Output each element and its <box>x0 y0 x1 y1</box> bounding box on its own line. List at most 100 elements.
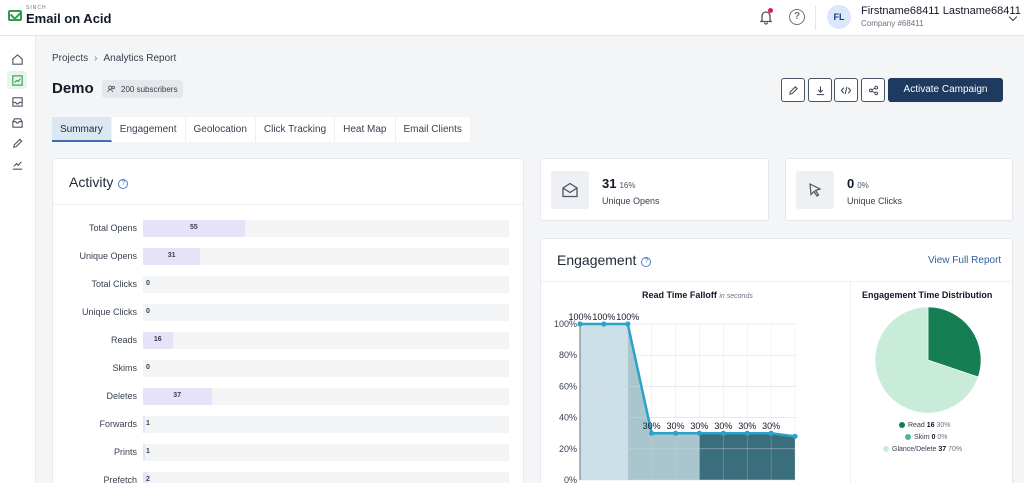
falloff-data-label: 100% <box>568 312 591 322</box>
nav-home[interactable] <box>7 50 27 68</box>
envelope-check-icon <box>8 10 22 21</box>
legend-dot <box>899 422 905 428</box>
tab-click-tracking[interactable]: Click Tracking <box>256 117 336 142</box>
activity-label: Prints <box>113 447 137 457</box>
avatar[interactable]: FL <box>827 5 851 29</box>
subscribers-badge: 200 subscribers <box>102 80 184 98</box>
user-name[interactable]: Firstname68411 Lastname68411 <box>861 5 1021 17</box>
activity-bar-track: 2 <box>143 472 509 483</box>
engagement-distribution-pie <box>874 306 982 414</box>
activity-label: Deletes <box>106 391 137 401</box>
unique-opens-pct: 16% <box>619 181 636 190</box>
stat-icon-box <box>796 171 834 209</box>
embed-code-button[interactable] <box>834 78 858 102</box>
tab-email-clients[interactable]: Email Clients <box>396 117 471 142</box>
activity-card: Activity? Total Opens 55 Unique Opens 31 Tot… <box>52 158 524 483</box>
unique-clicks-value: 0 0% <box>847 176 869 191</box>
activity-value: 2 <box>146 476 150 483</box>
activity-bar <box>143 444 145 461</box>
unique-opens-number: 31 <box>602 176 617 191</box>
pencil-icon <box>788 85 798 95</box>
info-icon[interactable]: ? <box>118 179 129 189</box>
view-full-report-link[interactable]: View Full Report <box>928 255 1001 266</box>
falloff-point <box>744 430 750 436</box>
report-tabs: Summary Engagement Geolocation Click Tra… <box>52 117 471 142</box>
app-logo[interactable]: SINCH Email on Acid <box>8 6 111 25</box>
legend-pct: 70% <box>946 446 963 453</box>
falloff-data-label: 100% <box>616 312 639 322</box>
edit-button[interactable] <box>781 78 805 102</box>
activity-row: Unique Opens 31 <box>53 248 523 266</box>
home-icon <box>11 53 23 65</box>
tab-geolocation[interactable]: Geolocation <box>186 117 256 142</box>
y-tick-label: 20% <box>559 444 577 454</box>
activity-row: Total Opens 55 <box>53 220 523 238</box>
activate-campaign-button[interactable]: Activate Campaign <box>888 78 1003 102</box>
activity-value: 0 <box>146 280 150 287</box>
read-time-falloff-chart: 0%20%40%60%80%100%100% 100% 100%30% 30% 30% 3… <box>554 312 798 483</box>
logo-name: Email on Acid <box>26 11 112 26</box>
download-button[interactable] <box>808 78 832 102</box>
engagement-card: Engagement? View Full Report Read Time F… <box>540 238 1013 483</box>
pie-legend-item: Read 16 30% <box>899 422 950 429</box>
tab-engagement[interactable]: Engagement <box>112 117 186 142</box>
pencil-icon <box>12 138 22 148</box>
divider <box>850 281 851 483</box>
nav-tray[interactable] <box>7 113 27 131</box>
report-icon <box>11 74 23 86</box>
divider <box>815 6 816 30</box>
envelope-open-icon <box>562 182 578 198</box>
chart-icon <box>12 160 22 170</box>
info-icon[interactable]: ? <box>641 257 652 267</box>
falloff-chart-title: Read Time Falloff in seconds <box>642 290 753 300</box>
divider <box>53 204 523 205</box>
activity-value: 1 <box>146 448 150 455</box>
falloff-point <box>720 430 726 436</box>
inbox-icon <box>11 96 23 107</box>
legend-name: Read <box>908 422 927 429</box>
activity-row: Unique Clicks 0 <box>53 304 523 322</box>
activity-label: Prefetch <box>103 475 137 483</box>
page-title: Demo <box>52 80 94 97</box>
falloff-point <box>768 430 774 436</box>
left-nav <box>0 36 36 483</box>
activity-title-text: Activity <box>69 174 114 190</box>
y-tick-label: 0% <box>564 475 577 483</box>
help-icon[interactable]: ? <box>789 9 805 25</box>
nav-editor[interactable] <box>7 134 27 152</box>
code-icon <box>840 86 852 94</box>
pie-legend-item: Skim 0 0% <box>905 434 947 441</box>
activity-value: 37 <box>173 392 182 399</box>
falloff-data-label: 30% <box>714 421 732 431</box>
activity-value: 0 <box>146 308 150 315</box>
falloff-data-label: 30% <box>690 421 708 431</box>
tab-summary[interactable]: Summary <box>52 117 112 142</box>
activity-value: 0 <box>146 364 150 371</box>
breadcrumb-separator: › <box>94 53 98 64</box>
activity-bar-track: 0 <box>143 276 509 293</box>
activity-row: Skims 0 <box>53 360 523 378</box>
y-tick-label: 60% <box>559 381 577 391</box>
unique-clicks-number: 0 <box>847 176 855 191</box>
share-button[interactable] <box>861 78 885 102</box>
activity-value: 31 <box>167 252 176 259</box>
activity-value: 16 <box>153 336 162 343</box>
unique-clicks-card: 0 0% Unique Clicks <box>785 158 1013 221</box>
breadcrumb-projects[interactable]: Projects <box>52 53 88 64</box>
unique-clicks-pct: 0% <box>857 181 869 190</box>
users-icon <box>107 85 115 93</box>
falloff-point <box>696 430 703 436</box>
falloff-point <box>625 321 631 327</box>
tab-heat-map[interactable]: Heat Map <box>335 117 396 142</box>
legend-name: Glance/Delete <box>892 446 939 453</box>
nav-analytics[interactable] <box>7 71 27 89</box>
distribution-chart-title: Engagement Time Distribution <box>862 290 993 300</box>
falloff-point <box>649 430 655 436</box>
nav-stats[interactable] <box>7 155 27 173</box>
activity-label: Skims <box>112 363 138 373</box>
falloff-title-text: Read Time Falloff <box>642 290 717 300</box>
activity-bar <box>143 416 145 433</box>
nav-inbox[interactable] <box>7 92 27 110</box>
falloff-data-label: 30% <box>762 421 780 431</box>
engagement-title: Engagement? <box>557 252 652 268</box>
